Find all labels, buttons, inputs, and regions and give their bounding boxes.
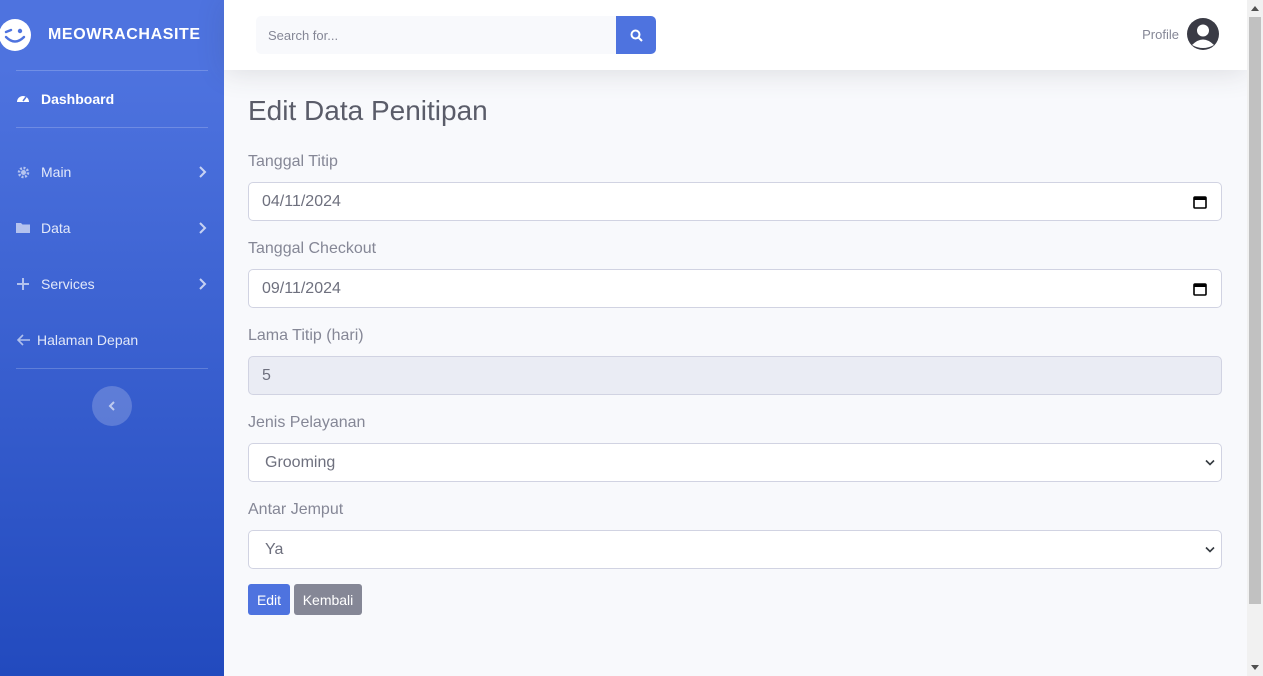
kembali-button[interactable]: Kembali xyxy=(294,584,362,615)
sidebar-item-data[interactable]: Data xyxy=(0,200,224,256)
sidebar-item-main[interactable]: Main xyxy=(0,144,224,200)
form-actions: Edit Kembali xyxy=(248,584,1222,615)
antar-jemput-label: Antar Jemput xyxy=(248,501,344,518)
main-content: Edit Data Penitipan Tanggal Titip 04/11/… xyxy=(248,70,1222,615)
avatar xyxy=(1187,18,1219,50)
lama-titip-input: 5 xyxy=(248,356,1222,395)
sidebar-divider xyxy=(16,368,208,369)
chevron-down-icon xyxy=(1205,546,1215,553)
folder-icon xyxy=(16,221,30,235)
tanggal-titip-input[interactable]: 04/11/2024 xyxy=(248,182,1222,221)
vertical-scrollbar[interactable] xyxy=(1247,0,1263,676)
lama-titip-value: 5 xyxy=(262,366,271,384)
sidebar-item-label: Halaman Depan xyxy=(37,332,139,348)
edit-button[interactable]: Edit xyxy=(248,584,290,615)
wink-face-icon xyxy=(0,19,31,51)
profile-label: Profile xyxy=(1142,26,1179,42)
tachometer-icon xyxy=(16,92,30,106)
chevron-down-icon xyxy=(1205,459,1215,466)
sidebar-item-dashboard[interactable]: Dashboard xyxy=(0,71,224,127)
gear-icon xyxy=(16,165,30,179)
tanggal-checkout-value: 09/11/2024 xyxy=(262,279,341,297)
chevron-right-icon xyxy=(199,222,207,234)
search-input[interactable] xyxy=(256,16,616,54)
sidebar-item-label: Services xyxy=(41,276,95,292)
sidebar-item-services[interactable]: Services xyxy=(0,256,224,312)
sidebar-item-label: Data xyxy=(41,220,71,236)
antar-jemput-value: Ya xyxy=(265,540,284,558)
scroll-down-icon[interactable] xyxy=(1251,665,1259,670)
jenis-pelayanan-label: Jenis Pelayanan xyxy=(248,414,366,431)
search-bar xyxy=(256,16,656,54)
sidebar: MEOWRACHASITE Dashboard Main Data Servic… xyxy=(0,0,224,676)
sidebar-item-halaman-depan[interactable]: Halaman Depan xyxy=(0,312,224,368)
brand[interactable]: MEOWRACHASITE xyxy=(0,0,224,70)
jenis-pelayanan-select[interactable]: Grooming xyxy=(248,443,1222,482)
chevron-left-icon xyxy=(108,401,115,411)
plus-icon xyxy=(16,277,30,291)
chevron-right-icon xyxy=(199,166,207,178)
search-icon xyxy=(630,29,643,42)
tanggal-checkout-input[interactable]: 09/11/2024 xyxy=(248,269,1222,308)
topbar: Profile xyxy=(224,0,1247,70)
tanggal-checkout-label: Tanggal Checkout xyxy=(248,240,377,257)
lama-titip-label: Lama Titip (hari) xyxy=(248,327,364,344)
tanggal-titip-label: Tanggal Titip xyxy=(248,153,338,170)
sidebar-item-label: Dashboard xyxy=(41,91,115,107)
sidebar-item-label: Main xyxy=(41,164,72,180)
page-title: Edit Data Penitipan xyxy=(248,95,488,126)
search-button[interactable] xyxy=(616,16,656,54)
tanggal-titip-value: 04/11/2024 xyxy=(262,192,341,210)
chevron-right-icon xyxy=(199,278,207,290)
sidebar-toggle-button[interactable] xyxy=(92,386,132,426)
calendar-icon[interactable] xyxy=(1193,195,1207,209)
arrow-left-icon xyxy=(16,333,30,347)
brand-name: MEOWRACHASITE xyxy=(48,26,201,43)
profile-menu[interactable]: Profile xyxy=(1142,18,1219,50)
scroll-up-icon[interactable] xyxy=(1251,6,1259,11)
jenis-pelayanan-value: Grooming xyxy=(265,453,336,471)
antar-jemput-select[interactable]: Ya xyxy=(248,530,1222,569)
scroll-thumb[interactable] xyxy=(1249,17,1261,604)
calendar-icon[interactable] xyxy=(1193,282,1207,296)
